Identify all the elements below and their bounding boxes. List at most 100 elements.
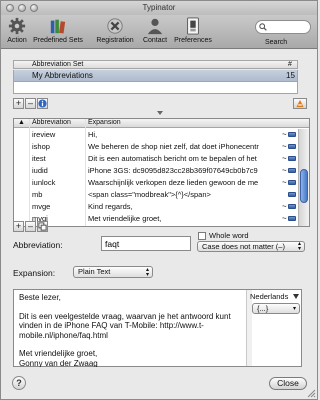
row-space-marker: ~ [282,214,287,223]
table-header: ▲ Abbreviation Expansion [14,119,309,128]
language-dropdown-icon[interactable] [293,294,299,299]
row-space-marker: ~ [282,178,287,187]
action-button[interactable]: Action [5,17,29,44]
add-set-button[interactable]: + [13,98,24,109]
whole-word-checkbox[interactable] [198,232,206,240]
help-button[interactable]: ? [12,376,26,390]
typinator-set-button[interactable] [293,98,307,109]
row-expansion: Kind regards, [88,202,133,211]
remove-set-button[interactable]: – [25,98,36,109]
row-keyboard-icon [288,216,296,221]
editor-scrollbar[interactable] [247,290,252,366]
info-icon [38,99,47,108]
typinator-icon [296,99,304,108]
expansion-text[interactable]: Beste lezer, Dit is een veelgestelde vra… [19,293,241,367]
sort-arrow-icon[interactable]: ▲ [18,119,25,127]
search-input[interactable] [269,22,307,32]
table-row[interactable]: iudid iPhone 3GS: dc9095d823cc28b369f0764… [14,165,297,176]
resize-grip-icon[interactable] [307,389,316,398]
row-expansion: We beheren de shop niet zelf, dat doet i… [88,142,259,151]
expansion-line: Met vriendelijke groet, Gonny van der Zw… [19,349,98,367]
row-abbreviation: iudid [32,166,48,175]
switch-icon [187,17,199,35]
expansion-type-popup[interactable]: Plain Text ▴ ▾ [73,266,153,278]
set-count: 15 [286,71,295,80]
predefined-sets-button[interactable]: Predefined Sets [32,17,84,44]
table-scrollbar[interactable] [298,129,309,226]
language-label[interactable]: Nederlands [250,292,288,301]
table-row[interactable]: iunlock Waarschijnlijk verkopen deze lied… [14,177,297,188]
insert-macro-popup[interactable]: {...} ▾ [252,303,300,314]
search-field[interactable] [255,20,311,34]
title-bar: Typinator [1,1,317,15]
typinator-window: Typinator Action Predefined Sets Registr… [0,0,318,400]
toolbar: Action Predefined Sets Registration Cont… [1,15,317,49]
row-abbreviation: itest [32,154,46,163]
sets-column-name: Abbreviation Set [32,61,84,68]
expansion-label: Expansion: [13,268,56,278]
table-scroll-thumb[interactable] [300,169,308,203]
row-space-marker: ~ [282,154,287,163]
table-row[interactable]: mvgi Met vriendelijke groet, ~ [14,213,297,224]
set-name: My Abbreviations [32,71,93,80]
column-expansion[interactable]: Expansion [88,119,121,127]
close-window-button[interactable] [6,4,14,12]
sets-empty-row [13,82,298,94]
cross-icon [107,18,123,34]
remove-abbreviation-button[interactable]: – [25,221,36,232]
editor-divider [246,290,247,366]
abbreviation-label: Abbreviation: [13,240,63,250]
row-space-marker: ~ [282,202,287,211]
table-row[interactable]: ishop We beheren de shop niet zelf, dat d… [14,141,297,152]
row-keyboard-icon [288,132,296,137]
row-space-marker: ~ [282,166,287,175]
set-row[interactable]: My Abbreviations 15 [13,70,298,82]
split-grip-icon[interactable] [157,111,163,115]
row-expansion: Dit is een automatisch bericht om te bep… [88,154,257,163]
row-space-marker: ~ [282,130,287,139]
row-expansion: Waarschijnlijk verkopen deze lieden gewo… [88,178,259,187]
registration-button[interactable]: Registration [93,17,137,44]
expansion-type-value: Plain Text [78,267,111,276]
popup-arrows-icon: ▴ ▾ [145,267,149,278]
insert-macro-value: {...} [257,304,269,313]
zoom-window-button[interactable] [30,4,38,12]
preferences-button[interactable]: Preferences [173,17,213,44]
table-row[interactable]: itest Dit is een automatisch bericht om t… [14,153,297,164]
search-label: Search [265,39,288,46]
set-info-button[interactable] [37,98,48,109]
sets-table-header[interactable]: Abbreviation Set # [13,60,298,69]
duplicate-abbreviation-button[interactable] [37,221,48,232]
minimize-window-button[interactable] [18,4,26,12]
close-button[interactable]: Close [269,377,307,390]
row-abbreviation: mvge [32,202,51,211]
search-icon [259,23,267,31]
row-abbreviation: ishop [32,142,50,151]
chevron-down-icon: ▾ [292,306,296,312]
duplicate-icon [38,222,47,231]
row-expansion: <span class="modbreak">{^}</span> [88,190,211,199]
contact-button[interactable]: Contact [141,17,169,44]
row-keyboard-icon [288,192,296,197]
window-title: Typinator [142,3,176,12]
table-row[interactable]: ireview Hi, ~ [14,129,297,140]
row-keyboard-icon [288,168,296,173]
expansion-line: Beste lezer, [19,293,61,302]
abbreviation-input[interactable] [101,236,191,251]
column-abbreviation[interactable]: Abbreviation [32,119,71,127]
add-abbreviation-button[interactable]: + [13,221,24,232]
books-icon [50,19,66,34]
expansion-editor[interactable]: Beste lezer, Dit is een veelgestelde vra… [13,289,302,367]
close-button-label: Close [277,378,299,388]
popup-arrows-icon: ▴ ▾ [297,241,301,252]
case-sensitivity-popup[interactable]: Case does not matter (–) ▴ ▾ [197,241,305,252]
row-abbreviation: ireview [32,130,56,139]
row-expansion: Hi, [88,130,98,139]
gear-icon [8,17,26,35]
row-space-marker: ~ [282,142,287,151]
table-row[interactable]: mvge Kind regards, ~ [14,201,297,212]
table-row[interactable]: mb <span class="modbreak">{^}</span> [14,189,297,200]
expansion-line: Dit is een veelgestelde vraag, waarvan j… [19,311,231,340]
row-abbreviation: iunlock [32,178,56,187]
abbreviations-table: ▲ Abbreviation Expansion ireview Hi, ~ isho… [13,118,310,227]
